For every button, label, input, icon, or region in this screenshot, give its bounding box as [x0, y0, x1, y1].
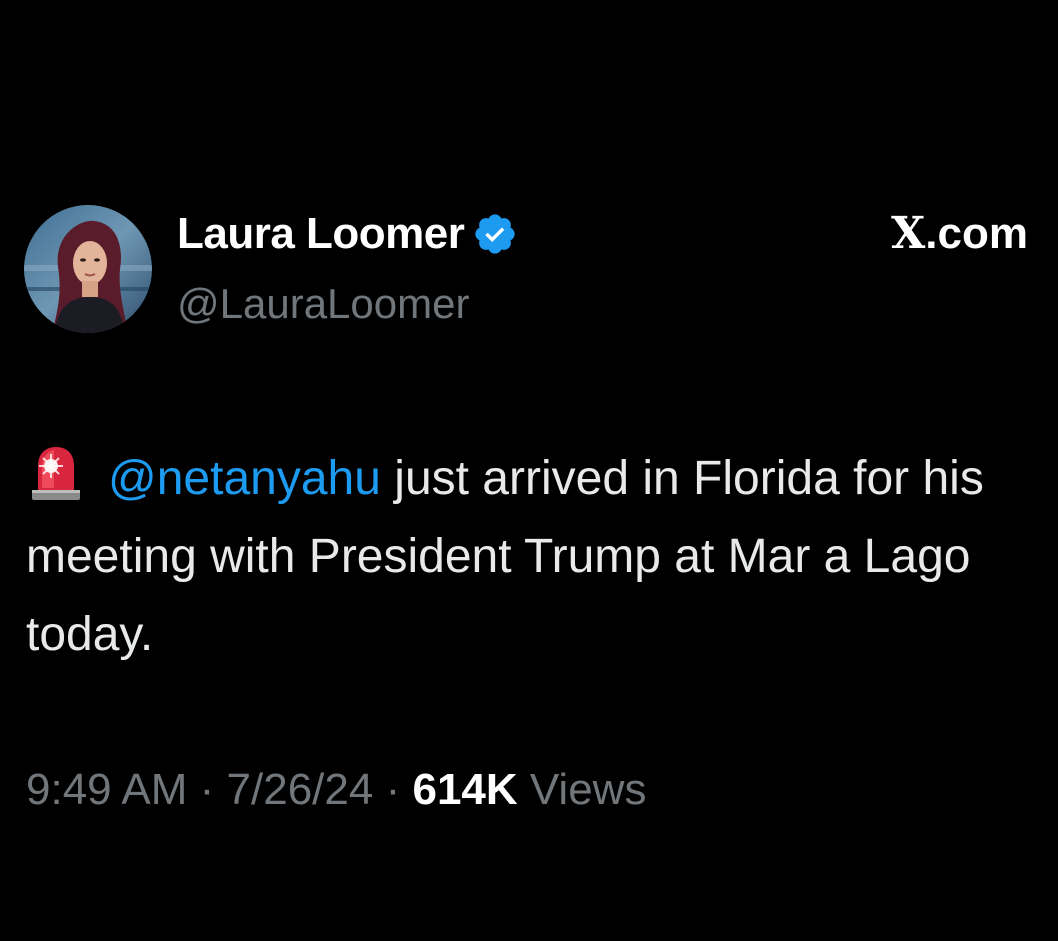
x-logo-icon: X	[891, 208, 926, 259]
avatar[interactable]	[24, 205, 152, 333]
verified-badge-icon	[472, 211, 518, 257]
tweet-time[interactable]: 9:49 AM	[26, 765, 187, 814]
author-name-row: Laura Loomer	[177, 203, 518, 265]
tweet-card: Laura Loomer @LauraLoomer X.com @netanya…	[0, 0, 1058, 941]
police-siren-icon	[26, 444, 86, 502]
meta-separator: ·	[373, 765, 413, 814]
author-handle[interactable]: @LauraLoomer	[177, 280, 469, 328]
views-count: 614K	[412, 765, 518, 814]
site-suffix: .com	[925, 209, 1028, 258]
display-name[interactable]: Laura Loomer	[177, 209, 465, 259]
avatar-image	[24, 205, 152, 333]
meta-separator: ·	[187, 765, 227, 814]
tweet-text: @netanyahu just arrived in Florida for h…	[26, 440, 1046, 674]
tweet-meta: 9:49 AM · 7/26/24 · 614K Views	[26, 765, 646, 815]
tweet-date[interactable]: 7/26/24	[227, 765, 374, 814]
views-label: Views	[517, 765, 647, 814]
mention-link[interactable]: @netanyahu	[108, 452, 381, 505]
site-watermark: X.com	[891, 208, 1028, 259]
